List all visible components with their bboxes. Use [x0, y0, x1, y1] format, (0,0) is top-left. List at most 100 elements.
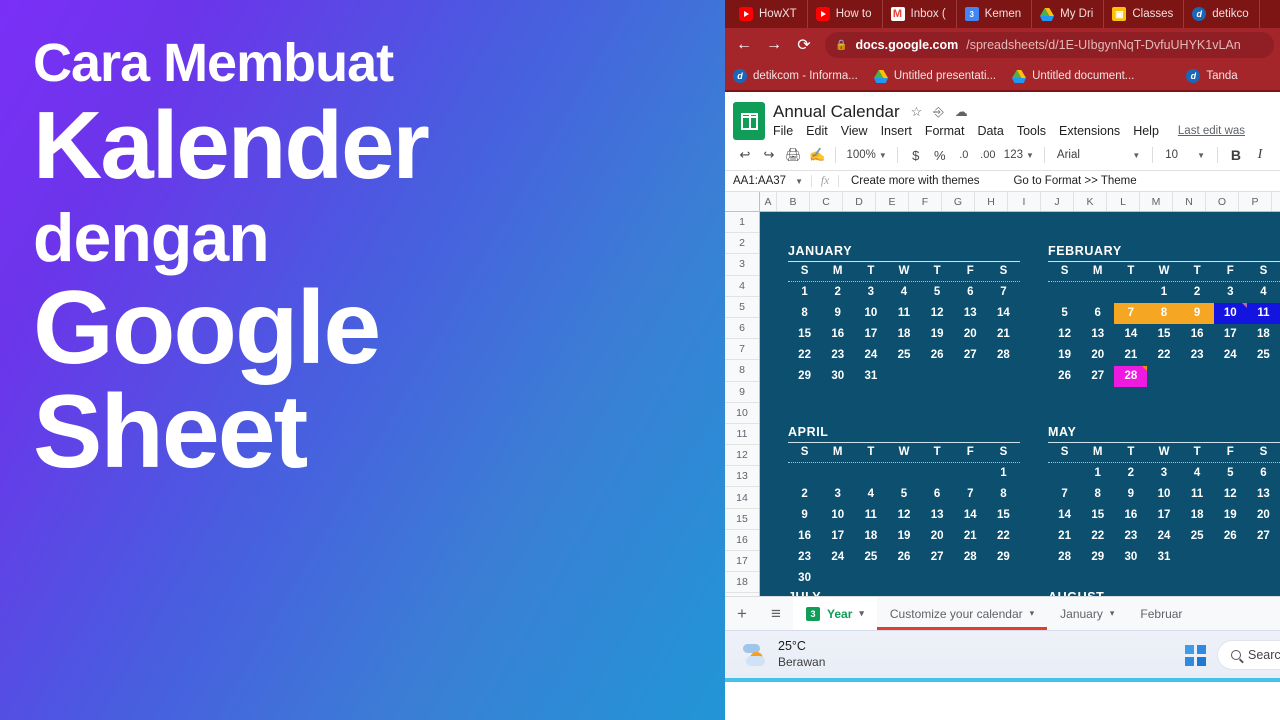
select-all-corner[interactable] [725, 192, 760, 211]
calendar-blank-cell[interactable] [887, 463, 920, 484]
calendar-day-cell[interactable]: 9 [821, 303, 854, 324]
chevron-down-icon[interactable]: ▾ [1030, 608, 1035, 619]
calendar-day-cell[interactable]: 15 [987, 505, 1020, 526]
calendar-day-cell[interactable]: 20 [921, 526, 954, 547]
calendar-day-cell[interactable]: 12 [921, 303, 954, 324]
calendar-day-cell[interactable]: 16 [821, 324, 854, 345]
calendar-day-cell[interactable]: 10 [1213, 303, 1247, 324]
calendar-day-cell[interactable]: 2 [1181, 282, 1214, 303]
calendar-day-cell[interactable]: 11 [887, 303, 920, 324]
calendar-day-cell[interactable]: 18 [1181, 505, 1214, 526]
calendar-day-cell[interactable]: 26 [921, 345, 954, 366]
calendar-day-cell[interactable]: 6 [1247, 463, 1280, 484]
row-header[interactable]: 8 [725, 360, 759, 382]
calendar-day-cell[interactable]: 6 [921, 484, 954, 505]
font-family-selector[interactable]: Arial ▼ [1051, 149, 1146, 161]
calendar-day-cell[interactable]: 4 [887, 282, 920, 303]
row-header[interactable]: 6 [725, 318, 759, 340]
calendar-blank-cell[interactable] [788, 463, 821, 484]
menu-edit[interactable]: Edit [806, 124, 828, 138]
column-header-O[interactable]: O [1206, 192, 1239, 211]
calendar-day-cell[interactable]: 20 [954, 324, 987, 345]
menu-tools[interactable]: Tools [1017, 124, 1046, 138]
row-header[interactable]: 13 [725, 466, 759, 488]
column-header-C[interactable]: C [810, 192, 843, 211]
calendar-day-cell[interactable]: 15 [788, 324, 821, 345]
row-header[interactable]: 17 [725, 551, 759, 573]
calendar-day-cell[interactable]: 22 [1081, 526, 1114, 547]
calendar-blank-cell[interactable] [1114, 282, 1147, 303]
calendar-day-cell[interactable]: 29 [788, 366, 821, 387]
column-header-N[interactable]: N [1173, 192, 1206, 211]
row-header[interactable]: 5 [725, 297, 759, 318]
calendar-day-cell[interactable]: 2 [821, 282, 854, 303]
calendar-day-cell[interactable]: 22 [788, 345, 821, 366]
calendar-day-cell[interactable]: 9 [1180, 303, 1214, 324]
row-header[interactable]: 15 [725, 509, 759, 530]
browser-tab[interactable]: My Dri [1032, 0, 1105, 28]
add-sheet-button[interactable]: + [725, 597, 759, 630]
menu-insert[interactable]: Insert [881, 124, 912, 138]
calendar-day-cell[interactable]: 17 [1147, 505, 1180, 526]
chevron-down-icon[interactable]: ▾ [859, 608, 864, 619]
undo-icon[interactable]: ↩ [733, 143, 757, 167]
column-header-L[interactable]: L [1107, 192, 1140, 211]
calendar-day-cell[interactable]: 15 [1147, 324, 1180, 345]
row-header[interactable]: 1 [725, 212, 759, 234]
column-header-J[interactable]: J [1041, 192, 1074, 211]
calendar-day-cell[interactable]: 16 [1181, 324, 1214, 345]
calendar-day-cell[interactable]: 19 [921, 324, 954, 345]
row-header[interactable]: 18 [725, 572, 759, 594]
calendar-day-cell[interactable]: 7 [954, 484, 987, 505]
document-title[interactable]: Annual Calendar [773, 102, 900, 122]
calendar-day-cell[interactable]: 30 [821, 366, 854, 387]
calendar-day-cell[interactable]: 1 [987, 463, 1020, 484]
calendar-day-cell[interactable]: 3 [1147, 463, 1180, 484]
calendar-day-cell[interactable]: 6 [954, 282, 987, 303]
calendar-day-cell[interactable]: 31 [854, 366, 887, 387]
column-header-H[interactable]: H [975, 192, 1008, 211]
italic-button[interactable]: I [1248, 143, 1272, 167]
calendar-day-cell[interactable]: 29 [1081, 547, 1114, 568]
browser-tab[interactable]: HowXT [731, 0, 808, 28]
calendar-blank-cell[interactable] [1081, 282, 1114, 303]
column-header-K[interactable]: K [1074, 192, 1107, 211]
calendar-day-cell[interactable]: 21 [954, 526, 987, 547]
menu-help[interactable]: Help [1133, 124, 1159, 138]
column-header-B[interactable]: B [777, 192, 810, 211]
row-header[interactable]: 7 [725, 339, 759, 361]
column-header-D[interactable]: D [843, 192, 876, 211]
reload-icon[interactable]: ⟳ [791, 32, 817, 58]
bookmark-item[interactable] [1150, 69, 1170, 83]
calendar-day-cell[interactable]: 10 [854, 303, 887, 324]
calendar-blank-cell[interactable] [921, 463, 954, 484]
calendar-day-cell[interactable]: 12 [887, 505, 920, 526]
weather-widget[interactable]: 25°C Berawan [725, 639, 825, 670]
row-header[interactable]: 4 [725, 276, 759, 297]
calendar-day-cell[interactable]: 4 [854, 484, 887, 505]
print-icon[interactable]: 🖨 [781, 143, 805, 167]
calendar-day-cell[interactable]: 26 [1214, 526, 1247, 547]
sheet-tab-customize-your-calendar[interactable]: Customize your calendar ▾ [876, 597, 1048, 630]
taskbar-search-box[interactable]: Searc [1217, 640, 1280, 670]
calendar-day-cell[interactable]: 22 [1147, 345, 1180, 366]
name-box[interactable]: AA1:AA37 ▼ [725, 175, 811, 187]
row-header[interactable]: 12 [725, 445, 759, 467]
calendar-blank-cell[interactable] [1048, 282, 1081, 303]
menu-extensions[interactable]: Extensions [1059, 124, 1120, 138]
column-header-G[interactable]: G [942, 192, 975, 211]
column-header-E[interactable]: E [876, 192, 909, 211]
zoom-selector[interactable]: 100% ▼ [842, 149, 890, 161]
bookmark-item[interactable]: d Tanda [1186, 69, 1238, 83]
row-header[interactable]: 19 [725, 593, 759, 596]
calendar-day-cell[interactable]: 21 [987, 324, 1020, 345]
font-size-selector[interactable]: 10 ▼ [1159, 149, 1211, 161]
calendar-day-cell[interactable]: 23 [788, 547, 821, 568]
calendar-day-cell[interactable]: 3 [854, 282, 887, 303]
calendar-day-cell[interactable]: 20 [1247, 505, 1280, 526]
calendar-day-cell[interactable]: 1 [788, 282, 821, 303]
calendar-day-cell[interactable]: 11 [854, 505, 887, 526]
calendar-day-cell[interactable]: 13 [921, 505, 954, 526]
calendar-day-cell[interactable]: 2 [788, 484, 821, 505]
calendar-day-cell[interactable]: 30 [788, 568, 821, 589]
